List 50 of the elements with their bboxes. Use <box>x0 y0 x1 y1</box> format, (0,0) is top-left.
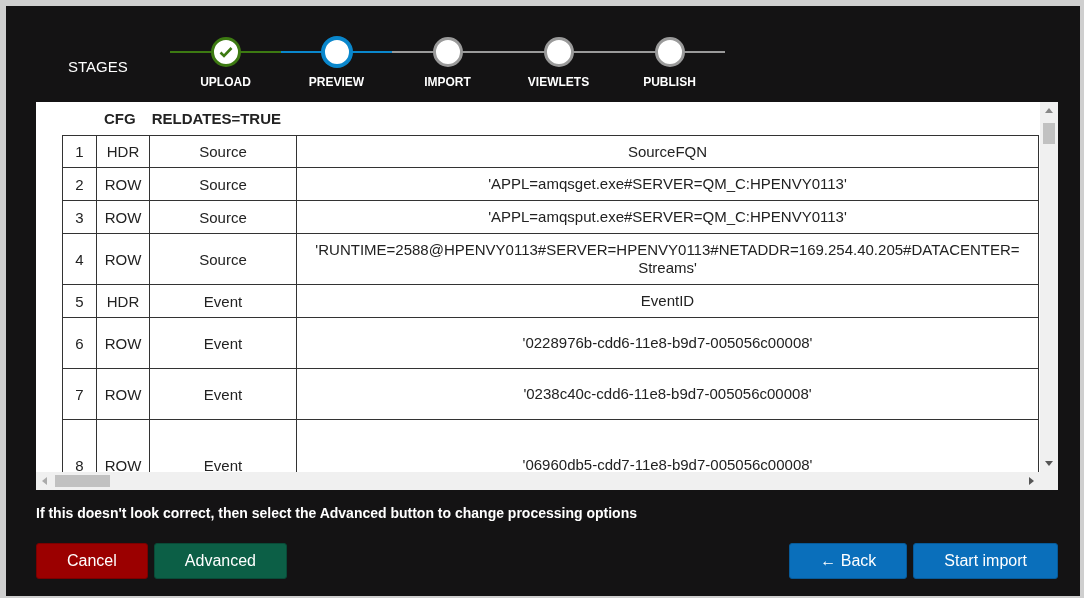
value-cell: EventID <box>296 284 1039 318</box>
scrollbar-thumb[interactable] <box>55 475 110 487</box>
scrollbar-thumb[interactable] <box>1043 123 1055 144</box>
section-cell: Source <box>149 233 297 285</box>
hint-message: If this doesn't look correct, then select the Advanced button to change processing options <box>36 505 638 521</box>
row-number-cell: 7 <box>62 368 97 420</box>
horizontal-scrollbar[interactable] <box>36 472 1058 490</box>
config-value: RELDATES=TRUE <box>151 110 281 129</box>
section-cell: Source <box>149 135 297 168</box>
stage-label: PUBLISH <box>643 75 696 89</box>
section-cell: Source <box>149 200 297 234</box>
value-cell: '0228976b-cdd6-11e8-b9d7-005056c00008' <box>296 317 1039 369</box>
action-button[interactable]: ← Back <box>789 543 908 579</box>
check-icon <box>218 46 233 58</box>
stages-label: STAGES <box>67 57 129 75</box>
stage-label: UPLOAD <box>200 75 251 89</box>
value-cell: 'RUNTIME=2588@HPENVY0113#SERVER=HPENVY0113#NETADDR=169.254.40.205#DATACENTER= Streams' <box>296 233 1039 285</box>
row-number-cell: 6 <box>62 317 97 369</box>
value-cell: SourceFQN <box>296 135 1039 168</box>
stage-label: VIEWLETS <box>527 75 590 89</box>
row-type-cell: ROW <box>96 317 150 369</box>
section-cell: Source <box>149 167 297 201</box>
section-cell: Event <box>149 368 297 420</box>
row-number-cell: 1 <box>62 135 97 168</box>
row-number-cell: 2 <box>62 167 97 201</box>
value-cell: '0238c40c-cdd6-11e8-b9d7-005056c00008' <box>296 368 1039 420</box>
row-type-cell: HDR <box>96 135 150 168</box>
value-cell: 'APPL=amqsput.exe#SERVER=QM_C:HPENVY0113' <box>296 200 1039 234</box>
row-number-cell: 3 <box>62 200 97 234</box>
down-arrow-icon <box>1045 461 1053 466</box>
left-arrow-icon <box>42 477 47 485</box>
section-cell: Event <box>149 317 297 369</box>
value-cell: 'APPL=amqsget.exe#SERVER=QM_C:HPENVY0113' <box>296 167 1039 201</box>
row-type-cell: ROW <box>96 200 150 234</box>
row-type-cell: ROW <box>96 368 150 420</box>
row-type-cell: ROW <box>96 167 150 201</box>
stage-label: IMPORT <box>424 75 471 89</box>
action-button[interactable]: Advanced <box>153 543 287 579</box>
row-number-cell: 5 <box>62 284 97 318</box>
cancel-button[interactable]: Cancel <box>36 543 148 579</box>
config-key: CFG <box>104 110 136 135</box>
row-type-cell: ROW <box>96 233 150 285</box>
row-number-cell: 4 <box>62 233 97 285</box>
row-type-cell: HDR <box>96 284 150 318</box>
action-button[interactable]: Start import <box>913 543 1058 579</box>
stage-label: PREVIEW <box>308 75 365 89</box>
section-cell: Event <box>149 284 297 318</box>
right-arrow-icon <box>1029 477 1034 485</box>
vertical-scrollbar[interactable] <box>1040 102 1058 472</box>
up-arrow-icon <box>1045 108 1053 113</box>
